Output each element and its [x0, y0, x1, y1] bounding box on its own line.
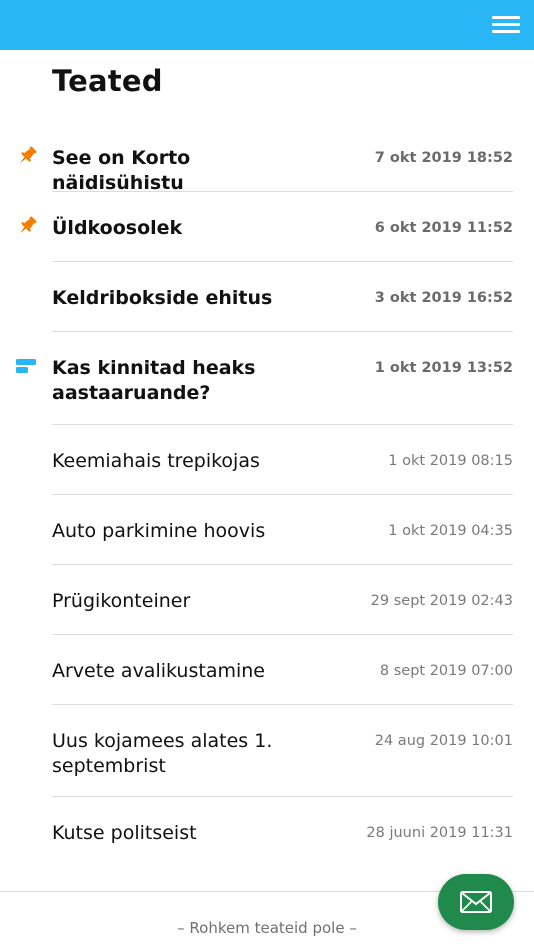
pin-icon [15, 144, 39, 168]
notice-title: Arvete avalikustamine [52, 660, 265, 682]
notice-row[interactable]: Prügikonteiner 29 sept 2019 02:43 [0, 565, 534, 635]
notice-date: 29 sept 2019 02:43 [370, 593, 513, 609]
notice-date: 6 okt 2019 11:52 [374, 220, 513, 236]
notice-date: 24 aug 2019 10:01 [374, 733, 513, 749]
page-title: Teated [52, 64, 163, 98]
notice-title: Auto parkimine hoovis [52, 520, 266, 542]
notice-row[interactable]: Arvete avalikustamine 8 sept 2019 07:00 [0, 635, 534, 705]
app-root: Teated See on Korto näidisühistu 7 okt 20… [0, 0, 534, 950]
pin-icon [15, 214, 39, 238]
notice-date: 28 juuni 2019 11:31 [366, 825, 513, 841]
new-message-button[interactable] [438, 874, 514, 930]
notice-row[interactable]: Keldribokside ehitus 3 okt 2019 16:52 [0, 262, 534, 332]
hamburger-menu-icon[interactable] [492, 12, 520, 38]
notice-row[interactable]: Uus kojamees alates 1. septembrist 24 aug… [0, 705, 534, 797]
envelope-icon [460, 891, 492, 913]
notice-title: Uus kojamees alates 1. septembrist [52, 730, 273, 777]
notice-title: Prügikonteiner [52, 590, 191, 612]
notice-date: 1 okt 2019 13:52 [374, 360, 513, 376]
notice-row[interactable]: See on Korto näidisühistu 7 okt 2019 18:5… [0, 122, 534, 194]
notice-title: Keemiahais trepikojas [52, 450, 260, 472]
notice-title: See on Korto näidisühistu [52, 147, 191, 194]
notice-date: 1 okt 2019 08:15 [388, 453, 513, 469]
notice-row[interactable]: Auto parkimine hoovis 1 okt 2019 04:35 [0, 495, 534, 565]
notice-date: 3 okt 2019 16:52 [374, 290, 513, 306]
notice-title: Keldribokside ehitus [52, 287, 273, 309]
notice-row[interactable]: Kas kinnitad heaks aastaaruande? 1 okt 20… [0, 332, 534, 425]
notice-title: Kas kinnitad heaks aastaaruande? [52, 357, 256, 404]
notice-date: 1 okt 2019 04:35 [388, 523, 513, 539]
notice-row[interactable]: Kutse politseist 28 juuni 2019 11:31 [0, 797, 534, 867]
notice-title: Kutse politseist [52, 822, 197, 844]
notice-date: 8 sept 2019 07:00 [379, 663, 513, 679]
top-bar [0, 0, 534, 50]
poll-icon [15, 356, 39, 380]
notice-date: 7 okt 2019 18:52 [374, 150, 513, 166]
notice-list: See on Korto näidisühistu 7 okt 2019 18:5… [0, 122, 534, 867]
notice-row[interactable]: Üldkoosolek 6 okt 2019 11:52 [0, 192, 534, 262]
notice-title: Üldkoosolek [52, 217, 183, 239]
notice-row[interactable]: Keemiahais trepikojas 1 okt 2019 08:15 [0, 425, 534, 495]
